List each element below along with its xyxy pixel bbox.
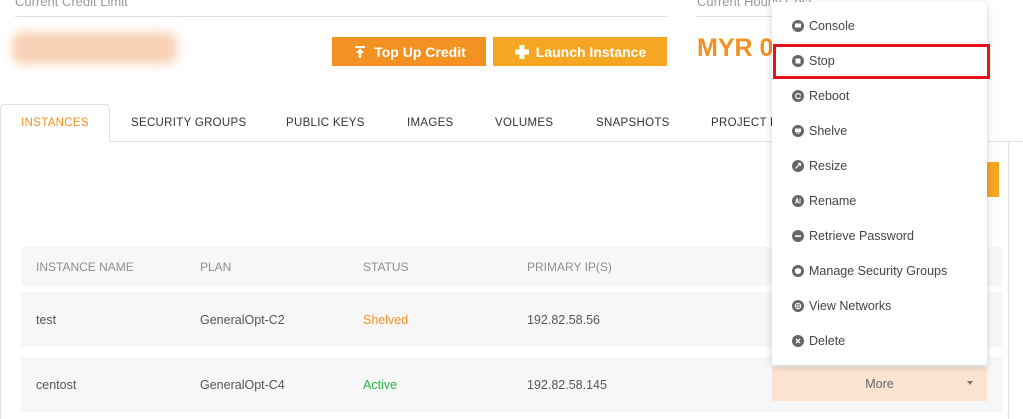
menu-item-label: Shelve xyxy=(809,124,848,138)
reboot-icon xyxy=(792,90,804,102)
tab-snapshots[interactable]: SNAPSHOTS xyxy=(596,104,670,142)
password-icon xyxy=(792,230,804,242)
menu-item-manage-security-groups[interactable]: Manage Security Groups xyxy=(792,261,947,281)
networks-icon xyxy=(792,300,804,312)
hourly-cost-amount: MYR 0 xyxy=(697,34,774,62)
menu-item-label: Delete xyxy=(809,334,846,348)
instance-plan: GeneralOpt-C2 xyxy=(200,313,285,327)
hourly-divider xyxy=(697,16,777,17)
caret-down-icon xyxy=(967,381,973,385)
col-primary-ip: PRIMARY IP(S) xyxy=(527,260,612,274)
credit-limit-value-redacted xyxy=(12,32,177,64)
col-status: STATUS xyxy=(363,260,409,274)
launch-instance-label: Launch Instance xyxy=(535,43,647,60)
more-actions-button[interactable]: More xyxy=(772,367,987,401)
col-instance-name: INSTANCE NAME xyxy=(36,260,134,274)
menu-item-retrieve-password[interactable]: Retrieve Password xyxy=(792,226,914,246)
menu-item-label: Retrieve Password xyxy=(809,229,914,243)
console-icon xyxy=(792,20,804,32)
col-plan: PLAN xyxy=(200,260,232,274)
tab-project[interactable]: PROJECT L xyxy=(711,104,777,142)
instance-ip: 192.82.58.56 xyxy=(527,313,600,327)
tab-instances[interactable]: INSTANCES xyxy=(0,104,110,142)
plus-icon xyxy=(514,44,530,60)
tab-security-groups[interactable]: SECURITY GROUPS xyxy=(131,104,246,142)
menu-item-resize[interactable]: Resize xyxy=(792,156,847,176)
tab-public-keys[interactable]: PUBLIC KEYS xyxy=(286,104,365,142)
menu-item-label: Resize xyxy=(809,159,848,173)
menu-item-stop[interactable]: Stop xyxy=(792,51,835,71)
resize-icon xyxy=(792,160,804,172)
instance-name: test xyxy=(36,313,57,327)
launch-instance-button[interactable]: Launch Instance xyxy=(493,37,667,66)
menu-item-delete[interactable]: Delete xyxy=(792,331,845,351)
top-up-credit-button[interactable]: Top Up Credit xyxy=(332,37,486,66)
menu-item-label: View Networks xyxy=(809,299,892,313)
stop-icon xyxy=(792,55,804,67)
menu-item-label: Manage Security Groups xyxy=(809,264,948,278)
instance-status: Shelved xyxy=(363,313,409,327)
menu-item-rename[interactable]: Rename xyxy=(792,191,856,211)
menu-item-view-networks[interactable]: View Networks xyxy=(792,296,891,316)
instance-ip: 192.82.58.145 xyxy=(527,378,607,392)
tab-volumes[interactable]: VOLUMES xyxy=(495,104,553,142)
instance-status: Active xyxy=(363,378,398,392)
rename-icon xyxy=(792,195,804,207)
tab-images[interactable]: IMAGES xyxy=(407,104,454,142)
menu-item-label: Console xyxy=(809,19,855,33)
menu-item-reboot[interactable]: Reboot xyxy=(792,86,849,106)
more-label: More xyxy=(865,377,894,391)
menu-item-label: Reboot xyxy=(809,89,850,103)
instance-name: centost xyxy=(36,378,77,392)
top-up-credit-label: Top Up Credit xyxy=(374,43,466,60)
shelve-icon xyxy=(792,125,804,137)
upload-icon xyxy=(352,44,368,60)
menu-item-label: Stop xyxy=(809,54,835,68)
credit-limit-label: Current Credit Limit xyxy=(15,0,128,9)
instance-plan: GeneralOpt-C4 xyxy=(200,378,285,392)
menu-item-shelve[interactable]: Shelve xyxy=(792,121,847,141)
menu-item-console[interactable]: Console xyxy=(792,16,855,36)
credit-divider xyxy=(15,16,667,17)
delete-icon xyxy=(792,335,804,347)
security-groups-icon xyxy=(792,265,804,277)
action-button-partial[interactable] xyxy=(985,162,999,197)
menu-item-label: Rename xyxy=(809,194,857,208)
